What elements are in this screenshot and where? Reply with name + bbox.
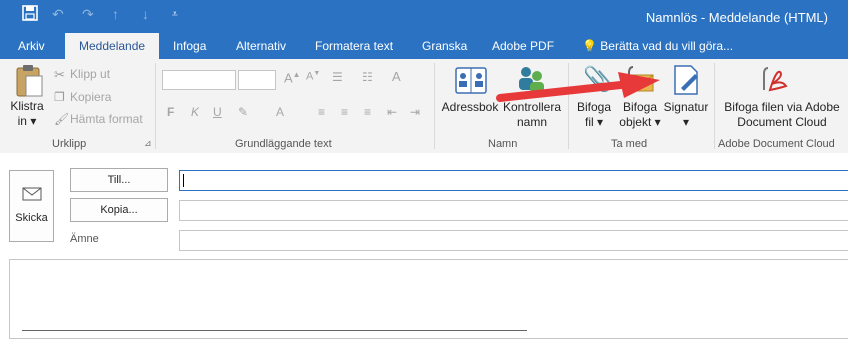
adobe-attach-button[interactable]: Bifoga filen via Adobe Document Cloud xyxy=(718,100,846,130)
group-label-basic-text: Grundläggande text xyxy=(235,138,332,150)
align-center-icon[interactable]: ≡ xyxy=(341,105,348,119)
grow-font-icon[interactable]: A▲ xyxy=(284,70,301,85)
tab-granska[interactable]: Granska xyxy=(422,39,467,53)
increase-indent-icon[interactable]: ⇥ xyxy=(410,105,420,119)
bold-icon[interactable]: F xyxy=(167,105,174,119)
lightbulb-icon: 💡 xyxy=(582,39,597,53)
divider xyxy=(155,63,156,149)
align-right-icon[interactable]: ≡ xyxy=(364,105,371,119)
to-field[interactable] xyxy=(179,170,848,191)
tab-adobe-pdf[interactable]: Adobe PDF xyxy=(492,39,554,53)
tab-formatera-text[interactable]: Formatera text xyxy=(315,39,393,53)
tab-infoga[interactable]: Infoga xyxy=(173,39,206,53)
scissors-icon: ✂ xyxy=(54,67,65,82)
adobe-attach-icon xyxy=(762,66,788,97)
underline-icon[interactable]: U xyxy=(213,105,222,119)
address-book-icon xyxy=(455,65,487,98)
to-button[interactable]: Till... xyxy=(70,168,168,192)
paste-icon[interactable] xyxy=(15,64,43,101)
down-icon[interactable]: ↓ xyxy=(142,6,149,22)
tell-me-search[interactable]: 💡 Berätta vad du vill göra... xyxy=(582,39,733,53)
cc-field[interactable] xyxy=(179,200,848,221)
paste-button[interactable]: Klistra in ▾ xyxy=(8,99,46,129)
divider xyxy=(714,63,715,149)
dialog-launcher-icon[interactable]: ⊿ xyxy=(144,138,152,149)
group-label-clipboard: Urklipp xyxy=(52,138,87,150)
group-label-adobe: Adobe Document Cloud xyxy=(718,138,835,150)
compose-area: Skicka Till... Kopia... Ämne xyxy=(0,153,848,339)
italic-icon[interactable]: K xyxy=(191,105,199,119)
subject-label: Ämne xyxy=(70,233,99,245)
message-body[interactable] xyxy=(9,259,848,339)
divider xyxy=(434,63,435,149)
ribbon: Klistra in ▾ ✂ Klipp ut ❐ Kopiera 🖌 Hämt… xyxy=(0,59,848,154)
copy-button[interactable]: Kopiera xyxy=(70,90,111,104)
redo-icon[interactable]: ↷ xyxy=(82,6,94,23)
up-icon[interactable]: ↑ xyxy=(112,6,119,22)
text-cursor xyxy=(183,174,184,187)
cut-button[interactable]: Klipp ut xyxy=(70,67,110,81)
envelope-icon xyxy=(10,187,53,204)
clear-formatting-icon[interactable]: A xyxy=(392,69,401,84)
signature-icon xyxy=(673,64,701,99)
tab-meddelande[interactable]: Meddelande xyxy=(65,33,160,59)
body-divider xyxy=(22,330,527,331)
decrease-indent-icon[interactable]: ⇤ xyxy=(387,105,397,119)
copy-icon: ❐ xyxy=(54,90,65,104)
shrink-font-icon[interactable]: A▼ xyxy=(306,70,320,83)
format-painter-button[interactable]: Hämta format xyxy=(70,112,143,126)
undo-icon[interactable]: ↶ xyxy=(52,6,64,23)
customize-icon[interactable]: ⩡ xyxy=(172,9,178,20)
cc-button[interactable]: Kopia... xyxy=(70,198,168,222)
send-button[interactable]: Skicka xyxy=(9,170,54,242)
format-painter-icon: 🖌 xyxy=(54,112,70,126)
tab-arkiv[interactable]: Arkiv xyxy=(18,39,45,53)
highlight-icon[interactable]: ✎ xyxy=(238,105,248,119)
font-name-combo[interactable] xyxy=(162,70,236,90)
numbering-icon[interactable]: ☷ xyxy=(362,70,373,84)
bullets-icon[interactable]: ☰ xyxy=(332,70,343,84)
save-icon[interactable] xyxy=(22,5,38,24)
window-title: Namnlös - Meddelande (HTML) xyxy=(645,10,828,25)
tab-alternativ[interactable]: Alternativ xyxy=(236,39,286,53)
font-size-combo[interactable] xyxy=(238,70,276,90)
group-label-include: Ta med xyxy=(611,138,648,150)
annotation-arrow xyxy=(496,72,660,102)
group-label-names: Namn xyxy=(488,138,518,150)
align-left-icon[interactable]: ≡ xyxy=(318,105,325,119)
title-bar: ↶ ↷ ↑ ↓ ⩡ Namnlös - Meddelande (HTML) xyxy=(0,0,848,33)
font-color-icon[interactable]: A xyxy=(276,105,284,119)
ribbon-tabs: Arkiv Meddelande Infoga Alternativ Forma… xyxy=(0,33,848,59)
subject-field[interactable] xyxy=(179,230,848,251)
